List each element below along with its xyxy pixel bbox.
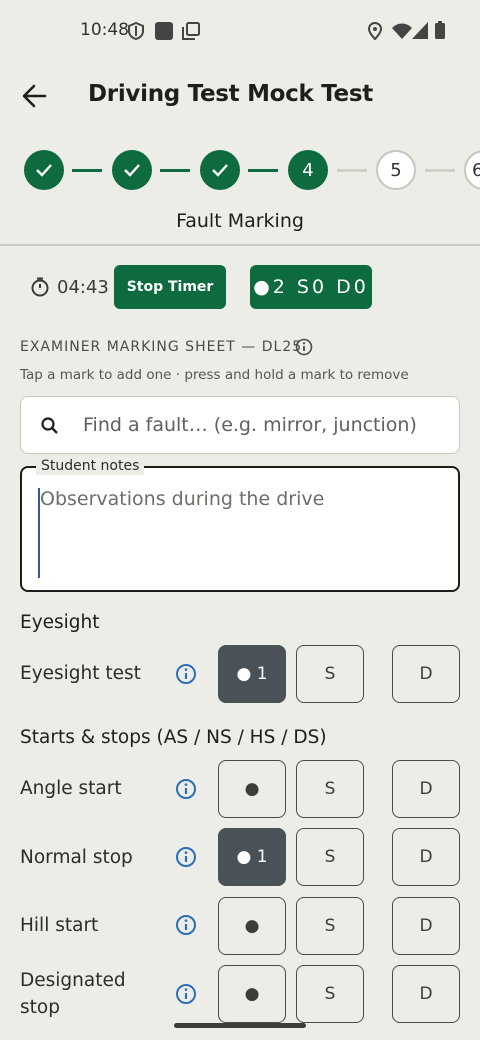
- info-icon[interactable]: [175, 846, 197, 868]
- check-icon: [124, 164, 140, 177]
- minor-fault-button[interactable]: ● 1: [218, 645, 286, 703]
- gesture-home-bar[interactable]: [174, 1023, 306, 1028]
- battery-icon: [435, 21, 445, 39]
- notes-textarea[interactable]: [38, 488, 448, 578]
- dangerous-fault-button[interactable]: D: [392, 828, 460, 886]
- dangerous-fault-button[interactable]: D: [392, 897, 460, 955]
- wifi-icon: [392, 23, 412, 39]
- copy-icon: [182, 22, 200, 40]
- info-icon[interactable]: [175, 778, 197, 800]
- minor-fault-button[interactable]: ●: [218, 760, 286, 818]
- serious-fault-button[interactable]: S: [296, 828, 364, 886]
- row-label-normal-stop: Normal stop: [20, 847, 133, 868]
- timer-value: 04:43: [57, 277, 109, 298]
- minor-fault-button[interactable]: ●: [218, 897, 286, 955]
- serious-fault-button[interactable]: S: [296, 645, 364, 703]
- step-connector: [337, 169, 367, 172]
- status-bar: 10:48: [0, 0, 480, 64]
- dangerous-fault-button[interactable]: D: [392, 965, 460, 1023]
- section-title-eyesight: Eyesight: [20, 612, 100, 633]
- step-5[interactable]: 5: [376, 150, 416, 190]
- shield-icon: [128, 22, 144, 40]
- progress-stepper: 4 5 6: [0, 140, 480, 200]
- step-connector: [425, 169, 455, 172]
- info-icon[interactable]: [175, 983, 197, 1005]
- step-connector: [72, 169, 102, 172]
- step-4[interactable]: 4: [288, 150, 328, 190]
- location-icon: [368, 22, 382, 40]
- info-icon[interactable]: [175, 663, 197, 685]
- sheet-hint: Tap a mark to add one · press and hold a…: [20, 367, 409, 383]
- row-label-angle-start: Angle start: [20, 778, 122, 799]
- check-icon: [36, 164, 52, 177]
- minor-fault-button[interactable]: ● 1: [218, 828, 286, 886]
- cellular-signal-icon: [412, 22, 428, 39]
- serious-fault-button[interactable]: S: [296, 760, 364, 818]
- serious-fault-button[interactable]: S: [296, 965, 364, 1023]
- serious-fault-button[interactable]: S: [296, 897, 364, 955]
- step-6[interactable]: 6: [464, 150, 480, 190]
- step-connector: [248, 169, 278, 172]
- step-connector: [160, 169, 190, 172]
- student-notes-field[interactable]: Student notes: [20, 457, 460, 592]
- step-3[interactable]: [200, 150, 240, 190]
- section-title-starts-stops: Starts & stops (AS / NS / HS / DS): [20, 727, 327, 748]
- row-label-designated-stop: Designated stop: [20, 970, 126, 1018]
- step-title: Fault Marking: [176, 210, 304, 232]
- status-time: 10:48: [80, 20, 129, 40]
- info-icon[interactable]: [175, 914, 197, 936]
- step-1[interactable]: [24, 150, 64, 190]
- stop-timer-button[interactable]: Stop Timer: [114, 265, 226, 309]
- info-icon[interactable]: [295, 338, 313, 356]
- minor-fault-button[interactable]: ●: [218, 965, 286, 1023]
- search-icon: [41, 417, 58, 434]
- dangerous-fault-button[interactable]: D: [392, 645, 460, 703]
- app-bar: Driving Test Mock Test: [0, 64, 480, 128]
- step-2[interactable]: [112, 150, 152, 190]
- row-label-eyesight-test: Eyesight test: [20, 663, 141, 684]
- app-notification-icon: [155, 22, 173, 40]
- page-title: Driving Test Mock Test: [88, 81, 373, 107]
- check-icon: [212, 164, 228, 177]
- timer-icon: [31, 277, 49, 297]
- notes-label: Student notes: [36, 457, 145, 475]
- row-label-hill-start: Hill start: [20, 915, 99, 936]
- fault-score-badge: ●2 S0 D0: [250, 265, 372, 309]
- divider: [0, 244, 480, 246]
- fault-search-field[interactable]: [20, 396, 460, 454]
- arrow-left-icon[interactable]: [20, 82, 50, 110]
- search-input[interactable]: [83, 409, 443, 441]
- sheet-title: EXAMINER MARKING SHEET — DL25: [20, 339, 303, 355]
- dangerous-fault-button[interactable]: D: [392, 760, 460, 818]
